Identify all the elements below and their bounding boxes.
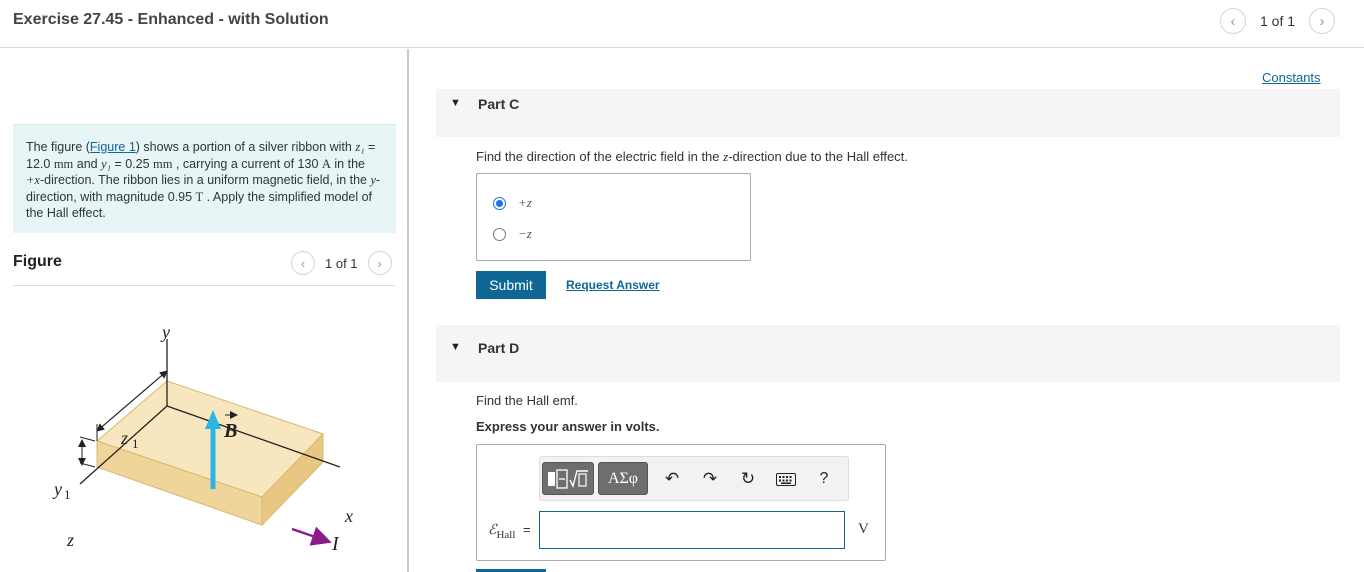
keyboard-icon[interactable] — [774, 466, 798, 492]
chevron-left-icon: ‹ — [1230, 12, 1236, 30]
direction-options: +z −z — [476, 173, 751, 261]
constants-link[interactable]: Constants — [1262, 70, 1321, 85]
problem-text: , carrying a current of 130 — [172, 156, 322, 171]
problem-text: The figure ( — [26, 140, 90, 154]
fraction-sqrt-icon — [548, 468, 588, 489]
y-axis-label: y — [160, 322, 170, 342]
left-panel: The figure (Figure 1) shows a portion of… — [0, 49, 409, 572]
answer-box: ΑΣφ ↶ ↷ ↻ ? ℰHall = V — [476, 444, 886, 561]
z-axis-label: z — [66, 530, 74, 550]
next-exercise-button[interactable]: › — [1309, 8, 1336, 34]
b-label: B — [223, 420, 237, 442]
figure-link[interactable]: Figure 1 — [90, 140, 136, 154]
problem-text: ) shows a portion of a silver ribbon wit… — [135, 140, 356, 154]
y1-subscript: 1 — [64, 487, 71, 502]
var-z1: z₁ — [355, 140, 365, 154]
problem-text: -direction. The ribbon lies in a uniform… — [39, 173, 371, 187]
equals-sign: = — [522, 522, 531, 537]
part-c-label: Part C — [478, 96, 520, 112]
figure-count: 1 of 1 — [325, 255, 358, 271]
emf-subscript: Hall — [496, 528, 516, 541]
figure-pager: ‹ 1 of 1 › — [291, 251, 392, 275]
radio-button[interactable] — [493, 196, 506, 210]
divider — [13, 285, 395, 286]
unit-mm: mm — [53, 156, 74, 171]
unit-label: V — [858, 521, 869, 537]
templates-button[interactable] — [542, 462, 594, 495]
hall-emf-label: ℰHall = — [488, 522, 531, 541]
answer-input[interactable] — [539, 511, 845, 549]
greek-symbols-button[interactable]: ΑΣφ — [598, 462, 648, 495]
var-plus-x: +x — [26, 173, 40, 187]
redo-icon[interactable]: ↷ — [698, 466, 722, 492]
x-axis-label: x — [344, 506, 353, 526]
part-c-prompt: Find the direction of the electric field… — [476, 149, 908, 165]
math-toolbar: ΑΣφ ↶ ↷ ↻ ? — [539, 456, 849, 501]
exercise-pager: ‹ 1 of 1 › — [1220, 8, 1336, 34]
part-c-header[interactable]: ▼ Part C — [436, 89, 1340, 137]
part-d-prompt: Find the Hall emf. — [476, 393, 578, 408]
page-header: Exercise 27.45 - Enhanced - with Solutio… — [0, 0, 1364, 48]
caret-down-icon: ▼ — [450, 97, 461, 109]
current-label: I — [331, 533, 340, 555]
exercise-count: 1 of 1 — [1260, 13, 1296, 29]
prev-figure-button[interactable]: ‹ — [291, 251, 315, 275]
help-button[interactable]: ? — [812, 466, 836, 492]
hall-effect-figure: y B z 1 y 1 x z I — [52, 322, 353, 555]
page-title: Exercise 27.45 - Enhanced - with Solutio… — [13, 11, 329, 28]
right-panel: Constants ▼ Part C Find the direction of… — [411, 49, 1364, 572]
problem-text: in the — [330, 156, 365, 171]
prev-exercise-button[interactable]: ‹ — [1220, 8, 1246, 34]
prompt-text: -direction due to the Hall effect. — [728, 149, 908, 164]
chevron-left-icon: ‹ — [300, 255, 306, 271]
radio-button[interactable] — [493, 227, 506, 241]
caret-down-icon: ▼ — [450, 341, 461, 353]
problem-text: and — [73, 156, 102, 171]
chevron-right-icon: › — [1319, 12, 1325, 30]
figure-heading: Figure — [13, 253, 62, 270]
undo-icon[interactable]: ↶ — [660, 466, 684, 492]
request-answer-link[interactable]: Request Answer — [566, 278, 660, 292]
prompt-text: Find the direction of the electric field… — [476, 149, 724, 164]
problem-text: = 0.25 — [110, 156, 154, 171]
option-plus-z[interactable]: +z — [493, 195, 532, 211]
option-minus-z[interactable]: −z — [493, 226, 532, 242]
answer-instruction: Express your answer in volts. — [476, 419, 660, 434]
unit-amp: A — [321, 156, 331, 171]
z1-label: z — [120, 428, 128, 448]
keyboard-glyph — [776, 472, 796, 486]
unit-mm: mm — [153, 156, 173, 171]
y1-label: y — [52, 479, 62, 499]
submit-button[interactable]: Submit — [476, 271, 546, 299]
problem-statement: The figure (Figure 1) shows a portion of… — [13, 124, 396, 233]
part-d-header[interactable]: ▼ Part D — [436, 325, 1340, 382]
next-figure-button[interactable]: › — [367, 251, 392, 275]
option-label: +z — [518, 195, 532, 210]
chevron-right-icon: › — [377, 255, 382, 271]
var-y1: y₁ — [101, 156, 111, 171]
z1-subscript: 1 — [132, 436, 139, 451]
current-arrow — [291, 526, 332, 546]
option-label: −z — [518, 226, 532, 241]
part-d-label: Part D — [478, 340, 520, 356]
reset-icon[interactable]: ↻ — [736, 466, 760, 492]
